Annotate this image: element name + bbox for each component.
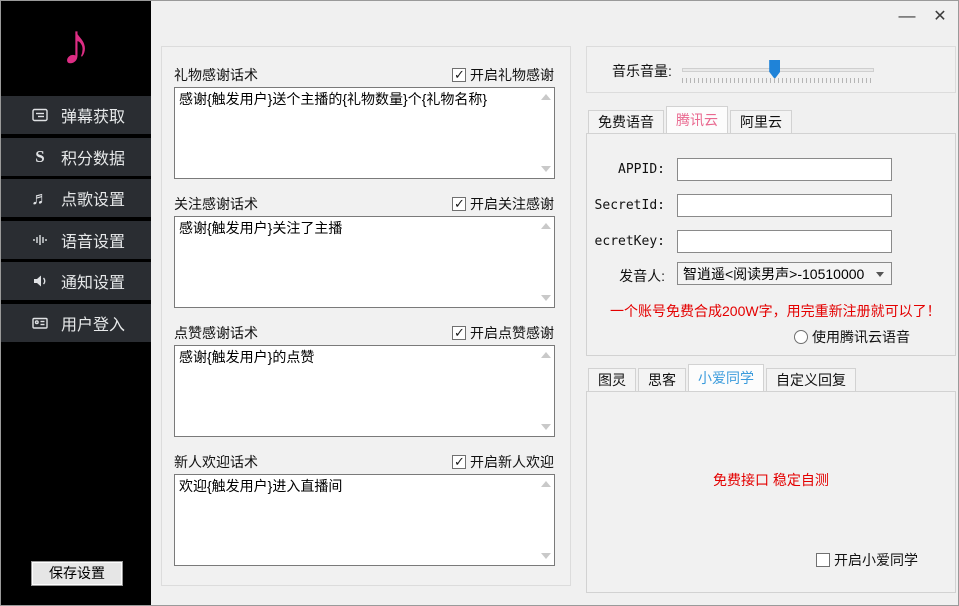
enable-xiaoai-toggle[interactable]: 开启小爱同学 [816,550,918,570]
checkbox-icon[interactable] [452,326,466,340]
music-note-logo-icon: ♪ [62,16,91,74]
speaker-icon [30,271,50,291]
toggle-label: 开启点赞感谢 [470,323,554,343]
music-notes-icon: ♬ [30,188,50,208]
toggle-label: 开启新人欢迎 [470,452,554,472]
tab-label: 自定义回复 [776,370,846,390]
volume-slider-track[interactable] [682,68,874,72]
tab-label: 思客 [648,370,676,390]
free-api-notice: 免费接口 稳定自测 [587,470,955,490]
thanks-phrases-panel: 礼物感谢话术 开启礼物感谢 感谢{触发用户}送个主播的{礼物数量}个{礼物名称}… [161,46,571,586]
tab-xiaoai[interactable]: 小爱同学 [688,364,764,391]
checkbox-icon[interactable] [452,197,466,211]
toggle-label: 开启关注感谢 [470,194,554,214]
sidebar-item-label: 积分数据 [61,145,125,169]
radio-label: 使用腾讯云语音 [812,327,910,347]
scroll-down-icon[interactable] [541,424,551,430]
follow-thanks-toggle[interactable]: 开启关注感谢 [452,194,554,214]
gift-thanks-toggle[interactable]: 开启礼物感谢 [452,65,554,85]
auto-reply-tabs: 图灵 思客 小爱同学 自定义回复 [588,364,858,391]
sidebar-item-label: 语音设置 [61,228,125,252]
close-button[interactable]: ✕ [924,1,956,31]
minimize-button[interactable]: — [891,1,923,31]
secretid-input[interactable] [677,194,892,217]
id-card-icon [30,313,50,333]
scroll-up-icon[interactable] [541,94,551,100]
toggle-label: 开启小爱同学 [834,550,918,570]
newcomer-welcome-textarea[interactable]: 欢迎{触发用户}进入直播间 [175,475,554,565]
newcomer-welcome-toggle[interactable]: 开启新人欢迎 [452,452,554,472]
speaker-label: 发音人: [587,266,665,286]
chevron-down-icon [876,272,884,277]
scroll-up-icon[interactable] [541,481,551,487]
sidebar-item-label: 通知设置 [61,269,125,293]
sidebar-item-voice-settings[interactable]: 语音设置 [1,221,151,259]
appid-input[interactable] [677,158,892,181]
section-label: 关注感谢话术 [174,194,258,214]
xiaoai-panel: 免费接口 稳定自测 开启小爱同学 [586,391,956,593]
danmaku-list-icon [30,105,50,125]
volume-label: 音乐音量: [612,61,672,81]
tab-tencent-cloud[interactable]: 腾讯云 [666,106,728,133]
checkbox-icon[interactable] [452,68,466,82]
waveform-icon [30,230,50,250]
secretkey-label: ecretKey: [587,234,665,249]
points-s-icon: S [30,147,50,167]
music-volume-panel: 音乐音量: [586,46,956,93]
sidebar-item-notify-settings[interactable]: 通知设置 [1,262,151,300]
like-thanks-toggle[interactable]: 开启点赞感谢 [452,323,554,343]
section-label: 礼物感谢话术 [174,65,258,85]
gift-thanks-textarea-frame: 感谢{触发用户}送个主播的{礼物数量}个{礼物名称} [174,87,555,179]
tab-label: 图灵 [598,370,626,390]
scroll-down-icon[interactable] [541,166,551,172]
tab-label: 小爱同学 [698,368,754,388]
follow-thanks-textarea[interactable]: 感谢{触发用户}关注了主播 [175,217,554,307]
like-thanks-textarea-frame: 感谢{触发用户}的点赞 [174,345,555,437]
scroll-down-icon[interactable] [541,553,551,559]
toggle-label: 开启礼物感谢 [470,65,554,85]
scroll-up-icon[interactable] [541,223,551,229]
checkbox-icon[interactable] [816,553,830,567]
tab-free-voice[interactable]: 免费语音 [588,110,664,133]
like-thanks-textarea[interactable]: 感谢{触发用户}的点赞 [175,346,554,436]
sidebar-item-label: 弹幕获取 [61,103,125,127]
use-tencent-voice-radio[interactable]: 使用腾讯云语音 [794,327,910,347]
tab-custom-reply[interactable]: 自定义回复 [766,368,856,391]
radio-icon[interactable] [794,330,808,344]
tab-label: 腾讯云 [676,110,718,130]
scroll-up-icon[interactable] [541,352,551,358]
app-logo: ♪ [1,1,151,92]
speaker-select[interactable]: 智逍遥<阅读男声>-10510000 [677,262,892,285]
sidebar-item-label: 用户登入 [61,311,125,335]
tab-label: 免费语音 [598,112,654,132]
appid-label: APPID: [587,162,665,177]
sidebar: ♪ 弹幕获取 S 积分数据 ♬ 点歌设置 语音设置 通知设置 [1,1,151,606]
sidebar-item-points[interactable]: S 积分数据 [1,138,151,176]
volume-slider-thumb[interactable] [769,60,780,79]
checkbox-icon[interactable] [452,455,466,469]
tencent-free-quota-notice: 一个账号免费合成200W字，用完重新注册就可以了！ [610,301,941,321]
secretkey-input[interactable] [677,230,892,253]
section-label: 点赞感谢话术 [174,323,258,343]
voice-provider-tabs: 免费语音 腾讯云 阿里云 [588,106,794,133]
app-window: ♪ 弹幕获取 S 积分数据 ♬ 点歌设置 语音设置 通知设置 [0,0,959,606]
tab-tuling[interactable]: 图灵 [588,368,636,391]
tab-label: 阿里云 [740,112,782,132]
speaker-selected-value: 智逍遥<阅读男声>-10510000 [683,264,864,284]
sidebar-item-song-request[interactable]: ♬ 点歌设置 [1,179,151,217]
save-settings-button[interactable]: 保存设置 [31,561,123,586]
volume-slider-ticks [682,78,874,83]
follow-thanks-textarea-frame: 感谢{触发用户}关注了主播 [174,216,555,308]
tab-sike[interactable]: 思客 [638,368,686,391]
sidebar-item-danmaku[interactable]: 弹幕获取 [1,96,151,134]
newcomer-welcome-textarea-frame: 欢迎{触发用户}进入直播间 [174,474,555,566]
tencent-cloud-panel: APPID: SecretId: ecretKey: 发音人: 智逍遥<阅读男声… [586,133,956,356]
tab-ali-cloud[interactable]: 阿里云 [730,110,792,133]
sidebar-item-label: 点歌设置 [61,186,125,210]
section-label: 新人欢迎话术 [174,452,258,472]
gift-thanks-textarea[interactable]: 感谢{触发用户}送个主播的{礼物数量}个{礼物名称} [175,88,554,178]
secretid-label: SecretId: [587,198,665,213]
scroll-down-icon[interactable] [541,295,551,301]
sidebar-item-user-login[interactable]: 用户登入 [1,304,151,342]
